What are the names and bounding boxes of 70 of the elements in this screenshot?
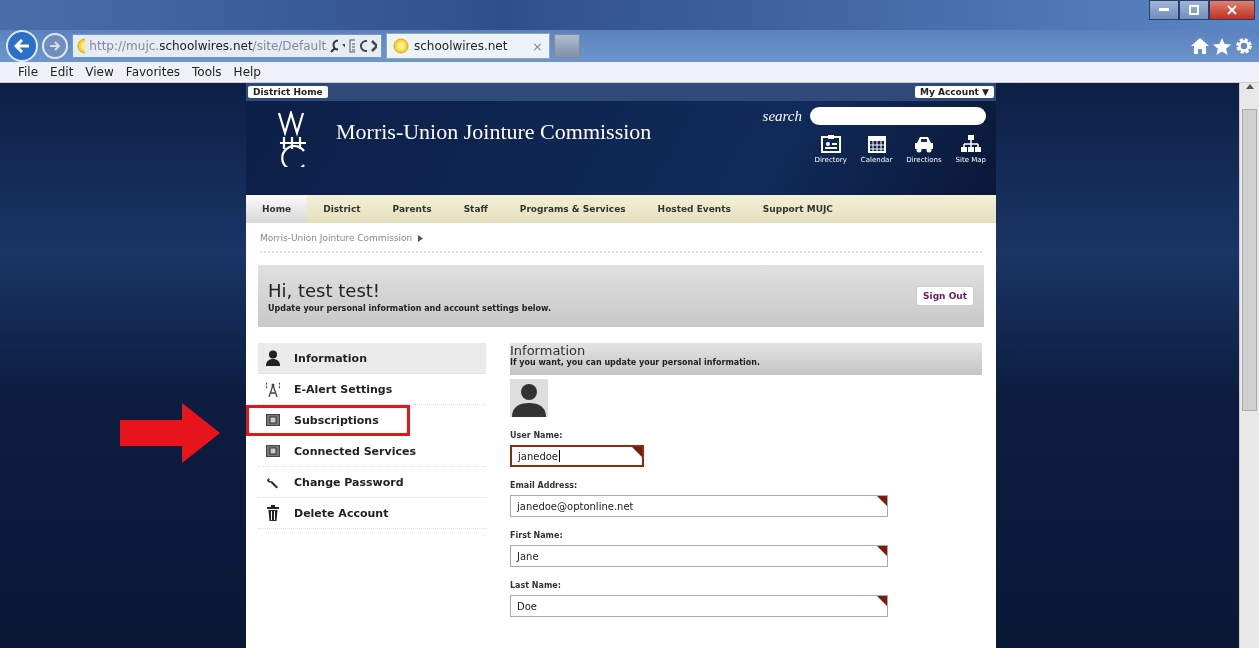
forward-button[interactable] [42, 33, 68, 59]
breadcrumb-link[interactable]: Morris-Union Jointure Commission [260, 233, 413, 243]
nav-tab[interactable]: Programs & Services [503, 195, 642, 223]
caret-icon [418, 234, 424, 242]
sitemap-icon [960, 135, 981, 153]
required-corner-icon [877, 596, 887, 606]
text-field[interactable]: janedoe@optonline.net [510, 495, 888, 517]
trash-icon [267, 505, 279, 521]
maximize-button[interactable] [1179, 0, 1209, 20]
nav-tab[interactable]: Support MUJC [746, 195, 849, 223]
menu-item[interactable]: Edit [50, 65, 74, 79]
account-menu-item[interactable]: E-Alert Settings [258, 374, 486, 405]
field-label: First Name: [510, 531, 564, 540]
text-field[interactable]: Jane [510, 545, 888, 567]
restore-icon [1189, 5, 1199, 15]
dropdown-caret-icon[interactable] [341, 44, 346, 48]
required-corner-icon [877, 496, 887, 506]
account-menu-item[interactable]: Information [258, 343, 486, 374]
account-menu-item[interactable]: Delete Account [258, 498, 486, 529]
search-field[interactable] [810, 107, 986, 125]
account-menu-item[interactable]: Connected Services [258, 436, 486, 467]
browser-tab[interactable]: schoolwires.net × [386, 33, 550, 59]
forward-arrow-icon [49, 41, 61, 51]
nav-tab[interactable]: Parents [376, 195, 448, 223]
text-field[interactable]: Doe [510, 595, 888, 617]
menu-item[interactable]: Favorites [125, 65, 181, 79]
antenna-icon [266, 381, 280, 397]
minimize-icon [1159, 8, 1169, 12]
section-subtitle: If you want, you can update your personal information. [510, 358, 761, 367]
account-menu-item[interactable]: Change Password [258, 467, 486, 498]
account-menu-item[interactable]: Subscriptions [246, 405, 410, 436]
menu-item[interactable]: View [85, 65, 114, 79]
greeting-subtitle: Update your personal information and account settings below. [268, 303, 552, 313]
field-label: User Name: [510, 431, 564, 440]
close-icon [1227, 5, 1237, 15]
search-label: search [762, 107, 802, 125]
back-arrow-icon [14, 39, 30, 53]
nav-tab[interactable]: District [307, 195, 377, 223]
district-home-button[interactable]: District Home [248, 86, 328, 98]
minimize-button[interactable] [1149, 0, 1179, 20]
greeting-heading: Hi, test test! [268, 279, 382, 301]
nav-tab[interactable]: Staff [447, 195, 504, 223]
field-label: Last Name: [510, 581, 562, 590]
star-icon[interactable] [1213, 37, 1231, 55]
car-icon [912, 135, 935, 153]
person-icon [266, 350, 280, 366]
field-label: Email Address: [510, 481, 579, 490]
required-corner-icon [877, 546, 887, 556]
id-card-icon [820, 135, 841, 153]
address-bar[interactable]: http://mujc.schoolwires.net/site/Default [72, 34, 382, 58]
nav-tab[interactable]: Home [246, 195, 308, 223]
nav-tab[interactable]: Hosted Events [641, 195, 747, 223]
settings-icon[interactable] [1235, 37, 1253, 55]
panel-icon [266, 414, 280, 426]
menu-item[interactable]: File [18, 65, 39, 79]
menu-item[interactable]: Help [233, 65, 261, 79]
close-button[interactable] [1209, 0, 1255, 20]
required-corner-icon [632, 447, 642, 457]
section-title: Information [510, 343, 587, 358]
back-button[interactable] [6, 30, 38, 62]
site-title: Morris-Union Jointure Commission [336, 119, 653, 146]
calendar-icon [867, 135, 886, 153]
scrollbar-thumb[interactable] [1242, 109, 1257, 411]
my-account-button[interactable]: My Account ▼ [915, 86, 994, 98]
panel-icon [266, 445, 280, 457]
home-icon[interactable] [1191, 38, 1209, 54]
sign-out-button[interactable]: Sign Out [916, 286, 974, 306]
wrench-icon [266, 475, 280, 489]
menu-item[interactable]: Tools [192, 65, 222, 79]
text-field[interactable]: janedoe [510, 445, 644, 467]
